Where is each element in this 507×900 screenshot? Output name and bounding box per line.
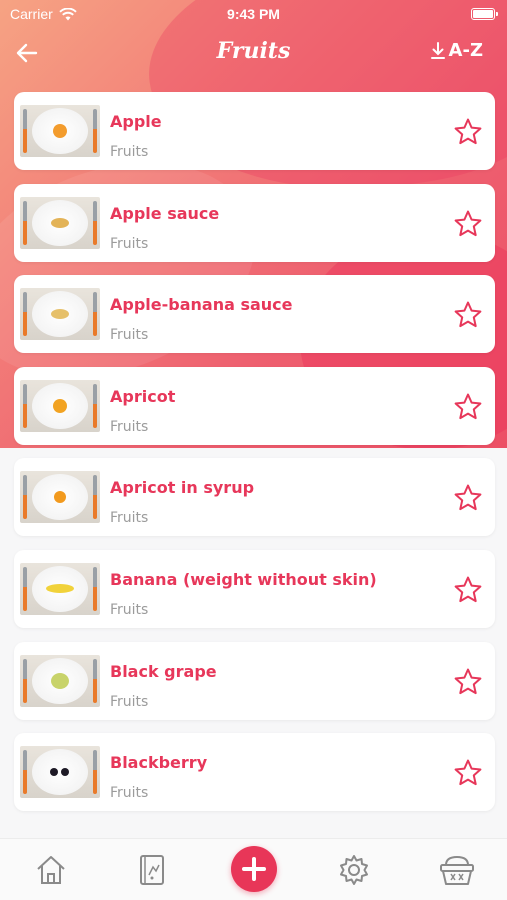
fork-icon bbox=[23, 292, 27, 337]
favorite-star-icon[interactable] bbox=[453, 392, 483, 422]
sort-label: A-Z bbox=[448, 40, 483, 61]
diary-icon[interactable] bbox=[135, 853, 169, 887]
food-image bbox=[53, 398, 67, 413]
food-thumbnail bbox=[20, 288, 100, 341]
status-time: 9:43 PM bbox=[227, 6, 280, 22]
fork-icon bbox=[23, 475, 27, 520]
food-name: Apple-banana sauce bbox=[110, 295, 293, 315]
food-image bbox=[51, 672, 69, 689]
food-category: Fruits bbox=[110, 693, 149, 710]
food-category: Fruits bbox=[110, 510, 149, 527]
food-list: Apple Fruits Apple sauce Fruits Apple-ba… bbox=[14, 92, 495, 825]
knife-icon bbox=[93, 383, 97, 428]
favorite-star-icon[interactable] bbox=[453, 758, 483, 788]
food-list-item[interactable]: Banana (weight without skin) Fruits bbox=[14, 549, 495, 628]
food-name: Banana (weight without skin) bbox=[110, 569, 377, 589]
food-name: Apricot bbox=[110, 386, 176, 406]
food-category: Fruits bbox=[110, 144, 149, 160]
food-image bbox=[51, 217, 69, 228]
food-list-item[interactable]: Black grape Fruits bbox=[14, 641, 495, 720]
food-category: Fruits bbox=[110, 785, 149, 802]
knife-icon bbox=[93, 200, 97, 245]
food-thumbnail bbox=[20, 105, 100, 157]
favorite-star-icon[interactable] bbox=[453, 209, 483, 239]
favorite-star-icon[interactable] bbox=[453, 575, 483, 605]
food-category: Fruits bbox=[110, 327, 149, 344]
knife-icon bbox=[93, 750, 97, 795]
favorite-star-icon[interactable] bbox=[453, 300, 483, 330]
food-list-item[interactable]: Apple sauce Fruits bbox=[14, 183, 495, 262]
food-list-item[interactable]: Apple Fruits bbox=[14, 92, 495, 170]
fork-icon bbox=[23, 383, 27, 428]
tab-bar bbox=[0, 838, 507, 900]
food-name: Black grape bbox=[110, 661, 217, 681]
food-thumbnail bbox=[20, 196, 100, 249]
navigation-bar: Fruits A-Z bbox=[0, 30, 507, 74]
download-sort-icon bbox=[430, 41, 445, 59]
knife-icon bbox=[93, 658, 97, 703]
knife-icon bbox=[93, 475, 97, 520]
food-name: Apricot in syrup bbox=[110, 478, 255, 498]
knife-icon bbox=[93, 292, 97, 337]
food-name: Blackberry bbox=[110, 753, 208, 773]
fork-icon bbox=[23, 566, 27, 611]
basket-icon[interactable] bbox=[438, 853, 476, 887]
favorite-star-icon[interactable] bbox=[453, 117, 483, 147]
fork-icon bbox=[23, 200, 27, 245]
food-list-item[interactable]: Apricot in syrup Fruits bbox=[14, 458, 495, 537]
food-category: Fruits bbox=[110, 601, 149, 618]
sort-button[interactable]: A-Z bbox=[430, 40, 483, 61]
food-category: Fruits bbox=[110, 235, 149, 252]
battery-icon bbox=[471, 8, 498, 20]
food-thumbnail bbox=[20, 654, 100, 707]
food-thumbnail bbox=[20, 471, 100, 524]
food-list-item[interactable]: Apple-banana sauce Fruits bbox=[14, 275, 495, 354]
settings-icon[interactable] bbox=[337, 853, 371, 887]
favorite-star-icon[interactable] bbox=[453, 483, 483, 513]
food-name: Apple bbox=[110, 112, 162, 131]
fork-icon bbox=[23, 658, 27, 703]
food-thumbnail bbox=[20, 746, 100, 799]
food-list-item[interactable]: Blackberry Fruits bbox=[14, 733, 495, 812]
knife-icon bbox=[93, 109, 97, 153]
add-button[interactable] bbox=[231, 846, 277, 892]
fork-icon bbox=[23, 109, 27, 153]
food-image bbox=[53, 124, 67, 138]
food-name: Apple sauce bbox=[110, 203, 220, 223]
food-list-item[interactable]: Apricot Fruits bbox=[14, 366, 495, 445]
plate-image bbox=[32, 749, 88, 796]
fork-icon bbox=[23, 750, 27, 795]
food-thumbnail bbox=[20, 562, 100, 615]
status-bar: Carrier 9:43 PM bbox=[0, 0, 507, 28]
food-category: Fruits bbox=[110, 418, 149, 435]
knife-icon bbox=[93, 566, 97, 611]
home-icon[interactable] bbox=[34, 853, 68, 887]
food-thumbnail bbox=[20, 379, 100, 432]
favorite-star-icon[interactable] bbox=[453, 667, 483, 697]
